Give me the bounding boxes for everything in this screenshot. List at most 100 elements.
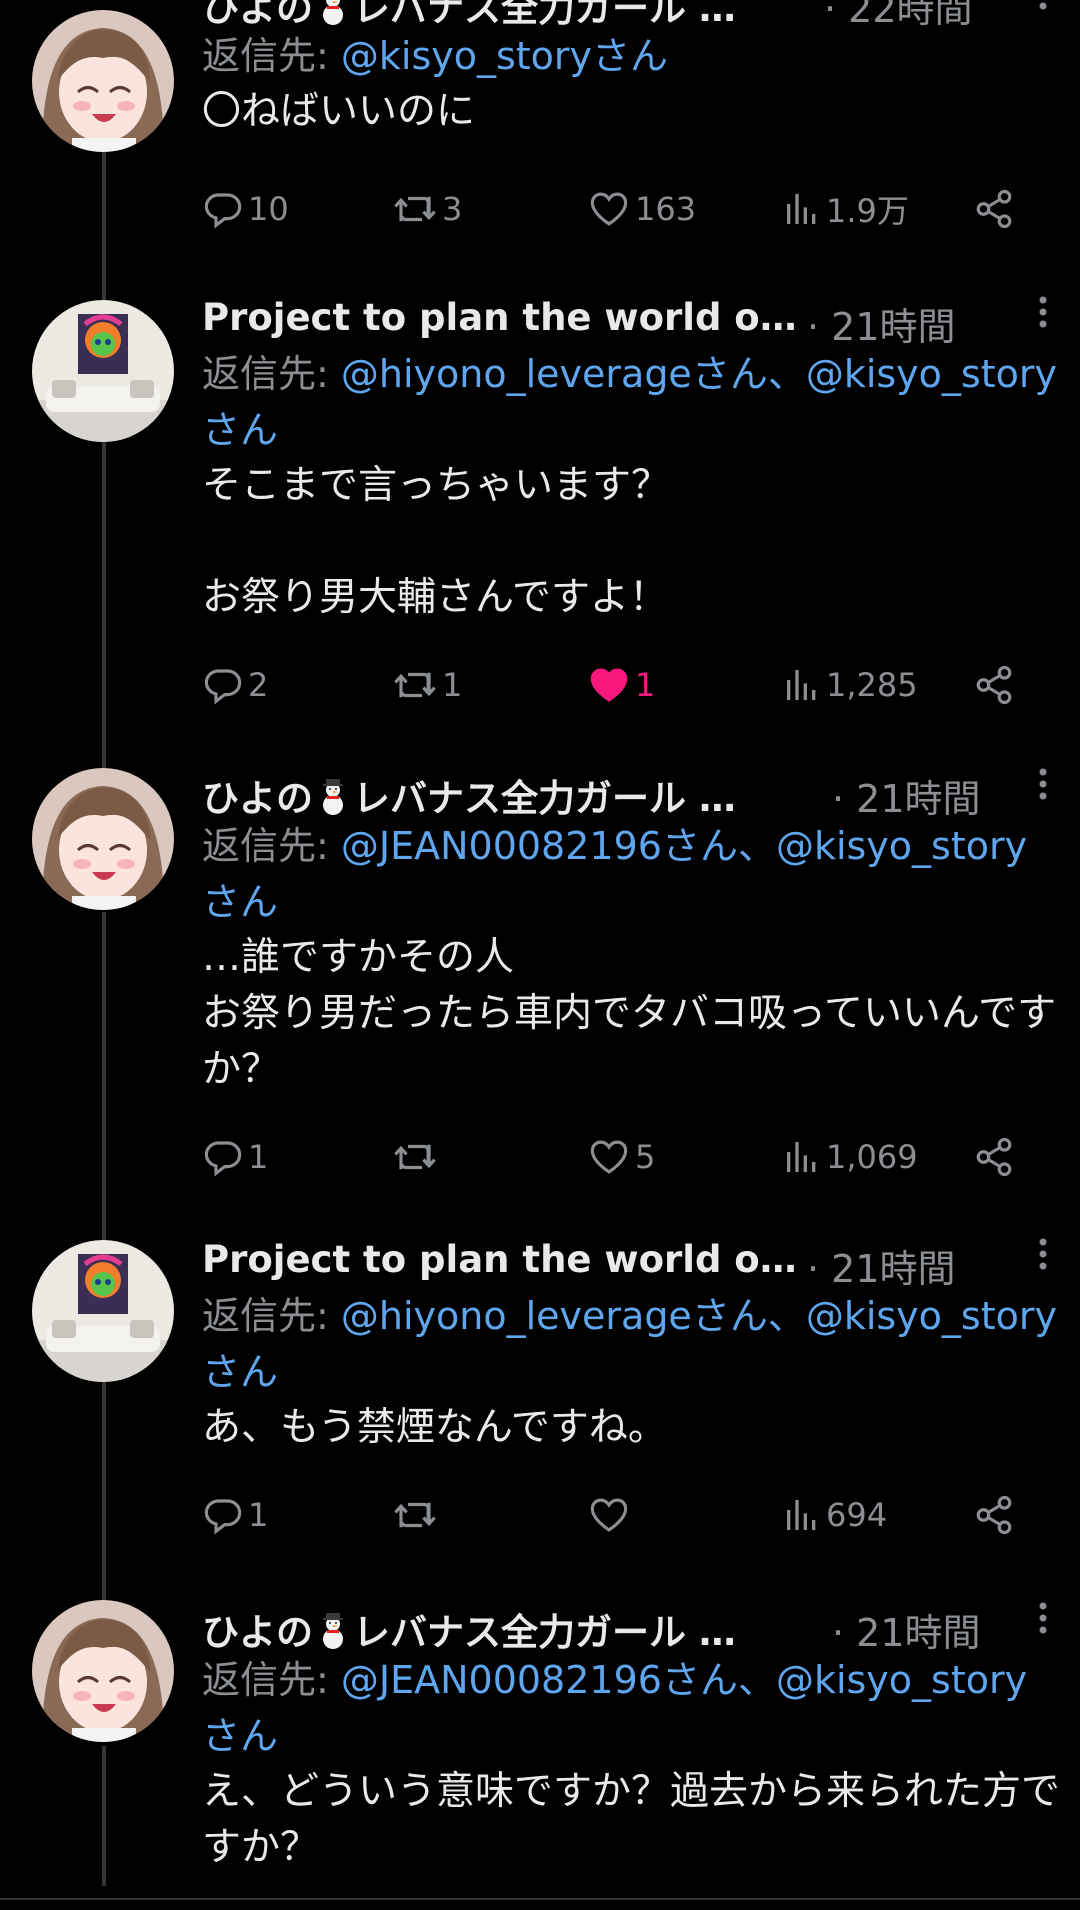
tweet[interactable]: ひよの レバナス全力ガール … · 21時間 返信先: @JEAN00082196… [0, 762, 1080, 1242]
thread-line [102, 1382, 106, 1602]
anime-girl-avatar-icon [32, 10, 174, 152]
reply-to-label: 返信先: [202, 34, 341, 78]
more-options-icon[interactable] [1028, 764, 1058, 804]
tweet-time[interactable]: · 21時間 [807, 1238, 956, 1293]
display-name[interactable]: Project to plan the world one… [202, 296, 812, 339]
retweet-button[interactable] [392, 1490, 442, 1540]
reply-button[interactable]: 2 [202, 660, 268, 710]
retweet-button[interactable]: 3 [392, 184, 462, 234]
tweet-actions: 10 3 163 1.9万 [202, 184, 1042, 234]
snowman-icon [323, 1613, 343, 1649]
retweet-count: 3 [442, 190, 463, 228]
reply-to-handles[interactable]: @kisyo_storyさん [341, 34, 668, 78]
tweet-text: そこまで言っちゃいます？ お祭り男大輔さんですよ！ [202, 463, 671, 620]
anime-girl-avatar-icon [32, 1600, 174, 1742]
retweet-button[interactable] [392, 1132, 442, 1182]
tweet-time[interactable]: · 21時間 [832, 768, 981, 823]
display-name[interactable]: Project to plan the world one… [202, 1238, 812, 1281]
views-button[interactable]: 694 [782, 1490, 887, 1540]
tweet[interactable]: ひよの レバナス全力ガール … · 21時間 返信先: @JEAN00082196… [0, 1596, 1080, 1910]
reply-button[interactable]: 1 [202, 1132, 268, 1182]
heart-icon [590, 1498, 628, 1532]
like-button[interactable]: 5 [587, 1132, 655, 1182]
avatar[interactable] [32, 300, 174, 442]
more-options-icon[interactable] [1028, 292, 1058, 332]
tweet-text: え、どういう意味ですか？過去から来られた方ですか？ [202, 1769, 1061, 1870]
painting-on-sofa-avatar-icon [32, 300, 174, 442]
avatar[interactable] [32, 768, 174, 910]
display-name[interactable]: ひよの レバナス全力ガール … [202, 1602, 736, 1656]
views-button[interactable]: 1,285 [782, 660, 918, 710]
reply-to: 返信先: @hiyono_leverageさん、@kisyo_storyさん [202, 1288, 1060, 1400]
share-button[interactable] [972, 1490, 1016, 1540]
like-button[interactable] [587, 1490, 635, 1540]
more-options-icon[interactable] [1028, 1234, 1058, 1274]
views-button[interactable]: 1,069 [782, 1132, 918, 1182]
thread-line [102, 142, 106, 302]
reply-to: 返信先: @JEAN00082196さん、@kisyo_storyさん [202, 818, 1060, 930]
painting-on-sofa-avatar-icon [32, 1240, 174, 1382]
tweet-actions: 1 694 [202, 1490, 1042, 1540]
tweet-time[interactable]: · 21時間 [807, 296, 956, 351]
avatar[interactable] [32, 1600, 174, 1742]
more-options-icon[interactable] [1028, 0, 1058, 14]
tweet-actions: 2 1 1 1,285 [202, 660, 1042, 710]
like-count: 163 [635, 190, 697, 228]
tweet[interactable]: ひよの レバナス全力ガール … · 22時間 返信先: @kisyo_storyさ… [0, 0, 1080, 302]
tweet-time[interactable]: · 21時間 [832, 1602, 981, 1657]
views-count: 1,069 [826, 1138, 918, 1176]
retweet-icon [394, 1502, 436, 1528]
snowman-icon [323, 0, 343, 25]
reply-to: 返信先: @kisyo_storyさん [202, 28, 1060, 84]
more-options-icon[interactable] [1028, 1598, 1058, 1638]
retweet-icon [394, 672, 436, 698]
retweet-icon [394, 1144, 436, 1170]
share-icon [976, 665, 1012, 705]
like-button[interactable]: 1 [587, 660, 655, 710]
reply-to-label: 返信先: [202, 1294, 341, 1338]
avatar[interactable] [32, 10, 174, 152]
display-name[interactable]: ひよの レバナス全力ガール … [202, 768, 736, 822]
reply-to-label: 返信先: [202, 824, 341, 868]
heart-filled-icon [590, 668, 628, 702]
share-button[interactable] [972, 184, 1016, 234]
share-icon [976, 189, 1012, 229]
reply-icon [204, 669, 242, 705]
reply-thread: ひよの レバナス全力ガール … · 22時間 返信先: @kisyo_storyさ… [0, 0, 1080, 1910]
tweet-time[interactable]: · 22時間 [824, 0, 973, 33]
tweet-actions: 1 5 1,069 [202, 1132, 1042, 1182]
like-button[interactable]: 163 [587, 184, 696, 234]
reply-to-label: 返信先: [202, 352, 341, 396]
views-button[interactable]: 1.9万 [782, 184, 909, 234]
heart-icon [590, 192, 628, 226]
avatar[interactable] [32, 1240, 174, 1382]
views-count: 694 [826, 1496, 888, 1534]
reply-button[interactable]: 10 [202, 184, 289, 234]
tweet[interactable]: Project to plan the world one… · 21時間 返信… [0, 1232, 1080, 1602]
display-name[interactable]: ひよの レバナス全力ガール … [202, 0, 736, 32]
reply-count: 10 [248, 190, 289, 228]
reply-icon [204, 1141, 242, 1177]
tweet[interactable]: Project to plan the world one… · 21時間 返信… [0, 290, 1080, 770]
retweet-button[interactable]: 1 [392, 660, 462, 710]
share-icon [976, 1137, 1012, 1177]
tweet-text: 〇ねばいいのに [202, 89, 476, 134]
anime-girl-avatar-icon [32, 768, 174, 910]
share-button[interactable] [972, 1132, 1016, 1182]
reply-button[interactable]: 1 [202, 1490, 268, 1540]
views-count: 1.9万 [826, 192, 909, 230]
thread-line [102, 440, 106, 770]
share-button[interactable] [972, 660, 1016, 710]
reply-to: 返信先: @JEAN00082196さん、@kisyo_storyさん [202, 1652, 1060, 1764]
tweet-text: …誰ですかその人 お祭り男だったら車内でタバコ吸っていいんですか？ [202, 935, 1057, 1092]
reply-count: 1 [248, 1138, 269, 1176]
views-chart-icon [787, 1142, 816, 1172]
share-icon [976, 1495, 1012, 1535]
like-count: 5 [635, 1138, 656, 1176]
reply-icon [204, 1499, 242, 1535]
views-chart-icon [787, 1500, 816, 1530]
like-count: 1 [635, 666, 656, 704]
bottom-divider [0, 1898, 1080, 1900]
views-chart-icon [787, 670, 816, 700]
snowman-icon [323, 779, 343, 815]
